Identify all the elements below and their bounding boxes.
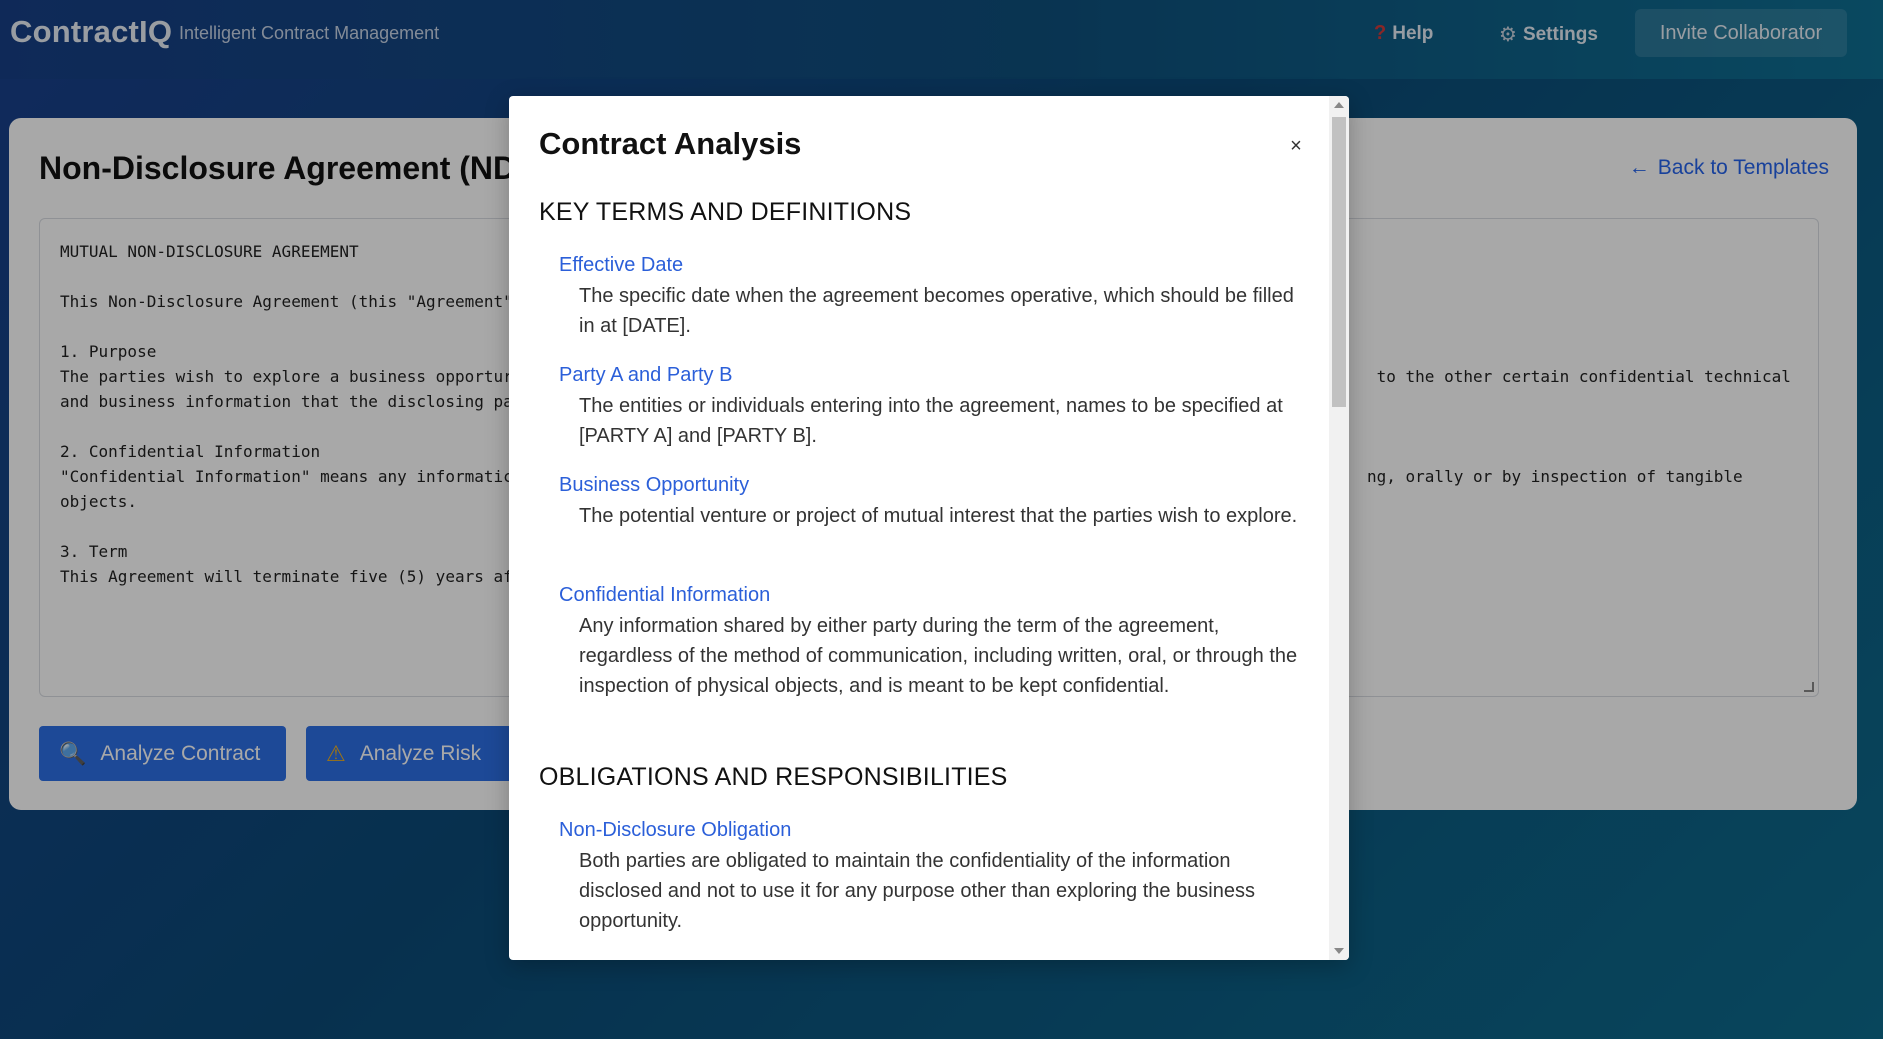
- term-description: The potential venture or project of mutu…: [579, 505, 1298, 527]
- section-heading: OBLIGATIONS AND RESPONSIBILITIES: [539, 763, 1008, 791]
- modal-title: Contract Analysis: [539, 126, 802, 161]
- scroll-thumb[interactable]: [1332, 117, 1346, 407]
- term-effective-date[interactable]: Effective Date: [559, 254, 683, 277]
- term-confidential-information[interactable]: Confidential Information: [559, 584, 770, 607]
- term-description: Any information shared by either party d…: [579, 615, 1298, 697]
- term-description: Both parties are obligated to maintain t…: [579, 850, 1255, 932]
- term-description: The entities or individuals entering int…: [579, 395, 1283, 447]
- term-business-opportunity[interactable]: Business Opportunity: [559, 474, 749, 497]
- term-non-disclosure-obligation[interactable]: Non-Disclosure Obligation: [559, 819, 791, 842]
- contract-analysis-modal: Contract Analysis × KEY TERMS AND DEFINI…: [509, 96, 1349, 960]
- term-party-a-b[interactable]: Party A and Party B: [559, 364, 732, 387]
- close-icon[interactable]: ×: [1284, 134, 1308, 158]
- modal-body: Contract Analysis × KEY TERMS AND DEFINI…: [509, 96, 1329, 960]
- section-heading: KEY TERMS AND DEFINITIONS: [539, 198, 912, 226]
- scroll-up-arrow-icon[interactable]: [1334, 102, 1344, 108]
- term-description: The specific date when the agreement bec…: [579, 285, 1294, 337]
- modal-scrollbar[interactable]: [1329, 96, 1349, 960]
- scroll-down-arrow-icon[interactable]: [1334, 948, 1344, 954]
